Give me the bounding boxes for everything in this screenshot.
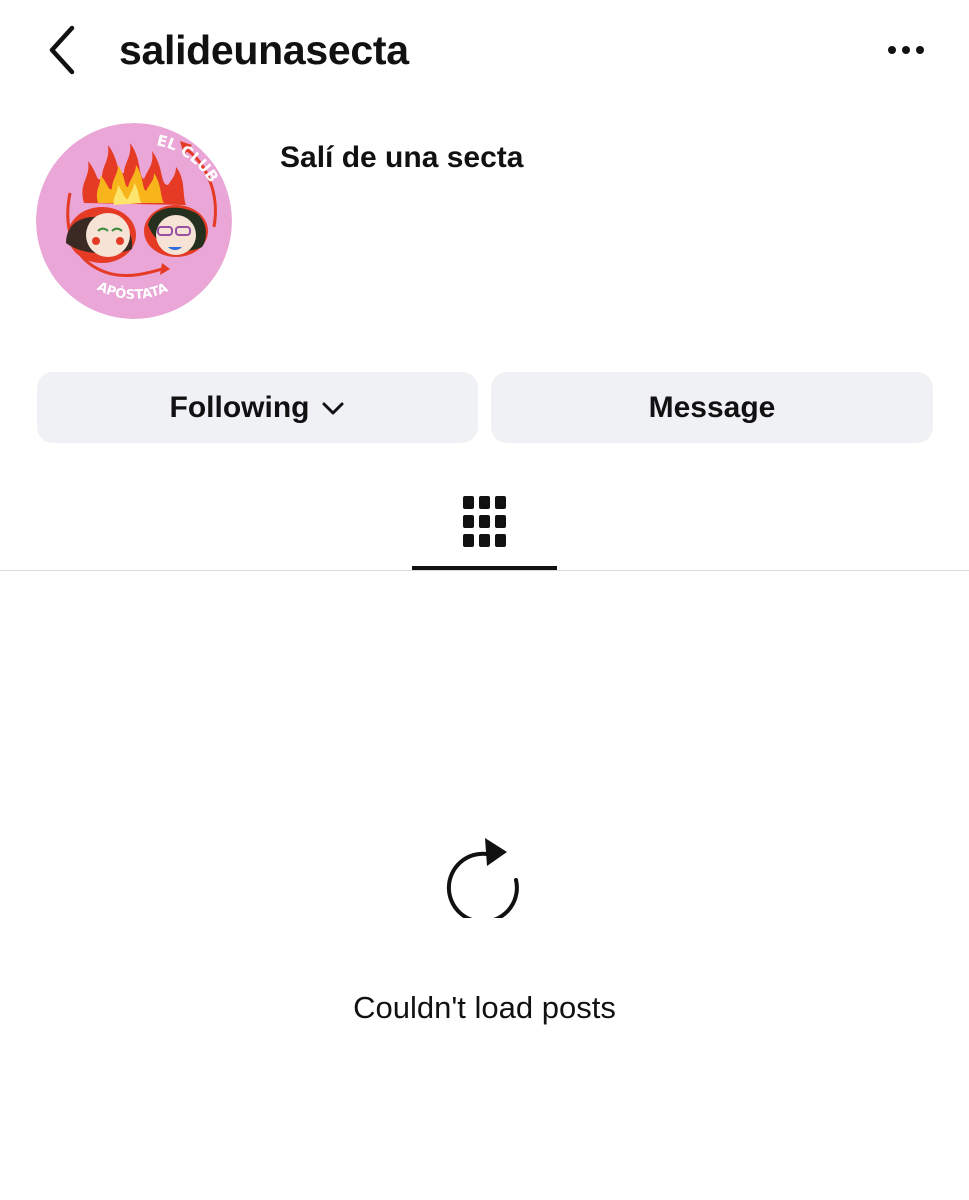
grid-icon	[463, 496, 506, 547]
message-label: Message	[648, 390, 776, 424]
tab-divider	[0, 570, 969, 571]
posts-error-message: Couldn't load posts	[353, 990, 616, 1025]
more-horizontal-icon	[888, 46, 924, 54]
following-button[interactable]: Following	[37, 372, 478, 443]
back-button[interactable]	[40, 22, 90, 78]
profile-page: salideunasecta EL CLUB APÓSTATA Salí de …	[0, 0, 969, 1200]
profile-username: salideunasecta	[119, 27, 409, 73]
chevron-left-icon	[49, 25, 75, 75]
avatar-illustration: EL CLUB APÓSTATA	[36, 123, 232, 319]
following-label: Following	[169, 390, 310, 424]
chevron-down-icon	[322, 402, 344, 414]
reload-posts-button[interactable]	[440, 822, 530, 924]
tab-posts-grid[interactable]	[412, 480, 557, 571]
profile-avatar[interactable]: EL CLUB APÓSTATA	[36, 123, 232, 319]
more-options-button[interactable]	[880, 30, 932, 70]
message-button[interactable]: Message	[491, 372, 933, 443]
reload-icon	[446, 838, 519, 924]
profile-header: salideunasecta	[0, 0, 969, 100]
profile-display-name: Salí de una secta	[280, 141, 524, 174]
